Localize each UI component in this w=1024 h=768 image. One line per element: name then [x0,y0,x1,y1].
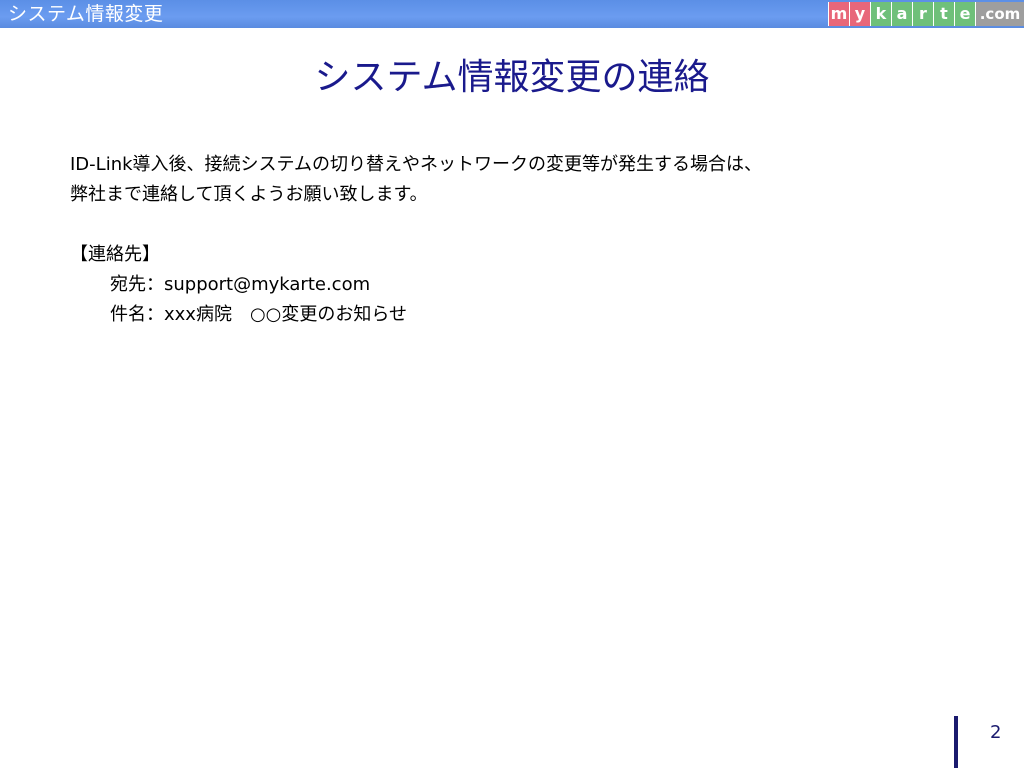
mykarte-logo: m y k a r t e .com [828,2,1024,26]
logo-letter-r: r [913,2,933,26]
slide-title: システム情報変更の連絡 [314,57,710,98]
logo-letter-e: e [955,2,975,26]
logo-letter-t: t [934,2,954,26]
logo-letter-k: k [871,2,891,26]
logo-letter-m: m [829,2,849,26]
paragraph-line-1: ID-Link導入後、接続システムの切り替えやネットワークの変更等が発生する場合… [70,154,762,175]
logo-letter-y: y [850,2,870,26]
header-title: システム情報変更 [8,3,164,25]
header-bar: システム情報変更 m y k a r t e .com [0,0,1024,28]
contact-to: 宛先：support@mykarte.com [110,274,371,295]
paragraph-line-2: 弊社まで連絡して頂くようお願い致します。 [70,184,428,205]
page-number: 2 [990,722,1002,743]
page-number-bar [954,716,958,768]
slide-body: ID-Link導入後、接続システムの切り替えやネットワークの変更等が発生する場合… [70,150,762,330]
contact-subject: 件名：xxx病院 ○○変更のお知らせ [110,304,408,325]
logo-suffix: .com [976,2,1024,26]
logo-letter-a: a [892,2,912,26]
contact-heading: 【連絡先】 [70,244,160,265]
